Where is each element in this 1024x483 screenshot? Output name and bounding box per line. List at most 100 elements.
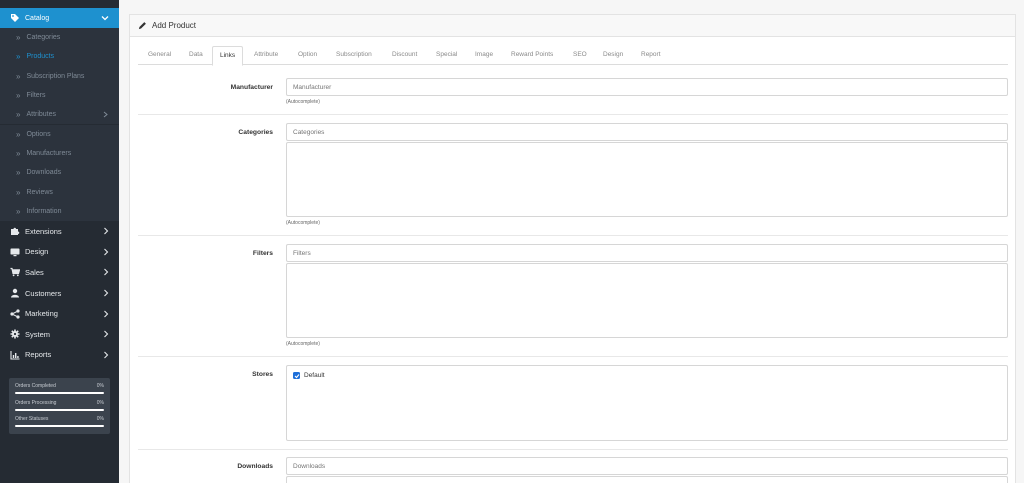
tab-seo[interactable]: SEO: [573, 46, 587, 65]
manufacturer-label: Manufacturer: [230, 84, 273, 91]
tab-subscription[interactable]: Subscription: [336, 46, 372, 65]
store-option-label: Default: [304, 372, 325, 379]
pencil-icon: [138, 22, 146, 30]
nav-sales[interactable]: Sales: [0, 262, 119, 283]
categories-input[interactable]: [286, 123, 1008, 141]
manufacturer-input[interactable]: [286, 78, 1008, 96]
tag-icon: [11, 14, 19, 22]
nav-marketing[interactable]: Marketing: [0, 304, 119, 325]
chevron-down-icon: [101, 16, 109, 21]
tab-option[interactable]: Option: [298, 46, 317, 65]
nav-customers[interactable]: Customers: [0, 283, 119, 304]
tab-data[interactable]: Data: [189, 46, 203, 65]
progress-bar: [15, 425, 104, 427]
chevron-right-icon: [104, 289, 109, 297]
sidebar-item-filters[interactable]: » Filters: [0, 85, 119, 106]
sidebar-item-attributes[interactable]: » Attributes: [0, 105, 119, 125]
stat-orders-completed: Orders Completed 0%: [15, 383, 104, 400]
stat-label: Orders Processing: [15, 399, 57, 406]
chart-icon: [10, 350, 20, 360]
add-product-panel: Add Product General Data Links Attribute…: [129, 14, 1016, 483]
progress-bar: [15, 408, 104, 411]
downloads-input[interactable]: [286, 457, 1008, 475]
chevron-right-icon: [104, 227, 109, 235]
stat-percent: 0%: [96, 399, 104, 406]
downloads-list[interactable]: [286, 476, 1008, 483]
filters-help: (Autocomplete): [286, 341, 320, 347]
nav-label: Marketing: [25, 309, 58, 319]
menu-icon[interactable]: ▾▾: [8, 0, 16, 2]
sidebar-item-options[interactable]: » Options: [0, 124, 119, 144]
gear-icon: [10, 329, 20, 339]
sidebar-item-categories[interactable]: » Categories: [0, 28, 119, 48]
categories-help: (Autocomplete): [286, 220, 320, 226]
sidebar-item-label: Filters: [26, 92, 46, 100]
panel-header: Add Product: [130, 15, 1015, 37]
tab-report[interactable]: Report: [641, 46, 661, 65]
stores-list: Default: [286, 365, 1008, 441]
tab-links[interactable]: Links: [212, 46, 244, 66]
divider: [138, 235, 1008, 236]
sidebar-item-reviews[interactable]: » Reviews: [0, 182, 119, 202]
order-stats-panel: Orders Completed 0% Orders Processing 0%…: [9, 378, 110, 434]
stat-orders-processing: Orders Processing 0%: [15, 400, 104, 417]
cart-icon: [10, 268, 20, 277]
sidebar-item-subscription-plans[interactable]: » Subscription Plans: [0, 66, 119, 86]
filters-list[interactable]: [286, 263, 1008, 338]
sidebar-item-label: Options: [26, 130, 51, 138]
double-chevron-icon: »: [16, 52, 21, 62]
store-option-default[interactable]: Default: [293, 372, 325, 379]
stat-percent: 0%: [96, 383, 104, 389]
sidebar-item-label: Categories: [26, 34, 61, 42]
tab-attribute[interactable]: Attribute: [254, 46, 278, 65]
double-chevron-icon: »: [16, 148, 21, 158]
sidebar-item-label: Reviews: [26, 188, 53, 196]
nav-system[interactable]: System: [0, 324, 119, 345]
stat-percent: 0%: [96, 416, 104, 422]
divider: [138, 356, 1008, 357]
downloads-label: Downloads: [237, 463, 273, 470]
chevron-right-icon: [104, 351, 109, 358]
sidebar-item-manufacturers[interactable]: » Manufacturers: [0, 143, 119, 164]
sidebar-item-label: Information: [26, 207, 62, 215]
sidebar-item-label: Subscription Plans: [26, 72, 85, 80]
puzzle-icon: [11, 228, 20, 236]
chevron-right-icon: [103, 111, 108, 118]
sidebar-item-information[interactable]: » Information: [0, 201, 119, 221]
sidebar-item-label: Products: [26, 53, 55, 61]
nav-extensions[interactable]: Extensions: [0, 221, 119, 242]
nav-design[interactable]: Design: [0, 242, 119, 263]
double-chevron-icon: »: [16, 110, 21, 120]
share-icon: [10, 309, 20, 319]
double-chevron-icon: »: [16, 129, 21, 139]
divider: [138, 449, 1008, 450]
tab-special[interactable]: Special: [436, 46, 457, 65]
tab-reward-points[interactable]: Reward Points: [511, 46, 553, 65]
product-tabs: General Data Links Attribute Option Subs…: [138, 46, 1008, 66]
nav-label: Extensions: [25, 226, 62, 236]
sidebar-item-label: Attributes: [26, 111, 57, 119]
filters-input[interactable]: [286, 244, 1008, 262]
tab-design[interactable]: Design: [603, 46, 623, 65]
categories-label: Categories: [238, 129, 273, 136]
checkbox-checked-icon[interactable]: [293, 372, 300, 379]
nav-label: Sales: [25, 267, 44, 277]
double-chevron-icon: »: [16, 206, 21, 216]
sidebar-item-label: Downloads: [26, 169, 62, 177]
chevron-right-icon: [104, 268, 109, 276]
double-chevron-icon: »: [16, 91, 21, 101]
sidebar-item-products[interactable]: » Products: [0, 47, 119, 67]
nav-label: System: [25, 329, 51, 339]
tab-general[interactable]: General: [148, 46, 171, 65]
progress-bar: [15, 392, 104, 394]
tab-image[interactable]: Image: [475, 46, 493, 65]
tab-discount[interactable]: Discount: [392, 46, 417, 65]
nav-reports[interactable]: Reports: [0, 345, 119, 366]
stat-label: Other Statuses: [15, 416, 49, 422]
sidebar-item-downloads[interactable]: » Downloads: [0, 163, 119, 183]
manufacturer-help: (Autocomplete): [286, 99, 320, 105]
divider: [138, 114, 1008, 115]
nav-catalog[interactable]: Catalog: [0, 8, 119, 28]
monitor-icon: [10, 248, 20, 256]
categories-list[interactable]: [286, 142, 1008, 217]
